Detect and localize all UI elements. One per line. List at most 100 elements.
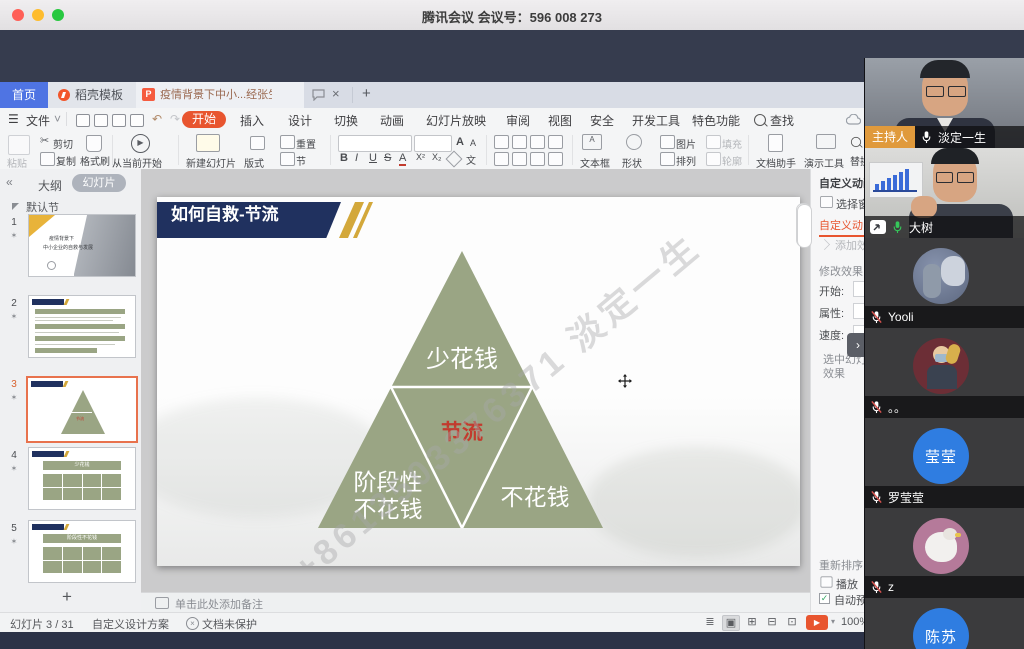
menu-tab-home[interactable]: 开始 xyxy=(182,111,226,128)
new-slide-icon[interactable] xyxy=(196,134,220,152)
comment-icon[interactable] xyxy=(312,89,325,101)
reset-icon[interactable] xyxy=(280,135,295,149)
align-center-icon[interactable] xyxy=(512,152,527,166)
play-dropdown-icon[interactable]: ▾ xyxy=(831,617,835,626)
slide-thumbnail-3-selected[interactable]: 节流 xyxy=(26,376,138,443)
cut-icon[interactable]: ✂ xyxy=(40,134,49,147)
paste-button[interactable]: 粘贴 xyxy=(7,155,27,170)
cloud-icon[interactable] xyxy=(846,114,861,125)
mic-muted-icon[interactable] xyxy=(870,310,883,324)
font-name-select[interactable] xyxy=(338,135,412,152)
arrange-button[interactable]: 排列 xyxy=(676,153,696,168)
mic-muted-icon[interactable] xyxy=(870,580,883,594)
copy-icon[interactable] xyxy=(40,152,55,166)
mic-active-icon[interactable] xyxy=(891,220,904,234)
outline-button[interactable]: 轮廓 xyxy=(722,153,742,168)
font-size-select[interactable] xyxy=(414,135,452,152)
menu-search[interactable]: 查找 xyxy=(770,112,794,129)
copy-button[interactable]: 复制 xyxy=(56,153,76,168)
superscript-button[interactable]: X² xyxy=(416,152,425,162)
font-color-button[interactable]: A xyxy=(399,152,406,166)
menu-tab-security[interactable]: 安全 xyxy=(590,112,614,129)
play-from-current-icon[interactable]: ▶ xyxy=(131,134,150,153)
play-animation-button[interactable]: 播放 xyxy=(836,576,858,592)
slide-thumbnail-1[interactable]: 疫情背景下 中小企业的自救与发展 xyxy=(28,214,136,277)
participant-tile[interactable]: 莹莹 罗莹莹 xyxy=(865,418,1024,509)
add-slide-icon[interactable]: + xyxy=(62,587,72,607)
print-preview-icon[interactable] xyxy=(130,114,144,127)
menu-tab-review[interactable]: 审阅 xyxy=(506,112,530,129)
underline-button[interactable]: U xyxy=(369,152,377,164)
slide-sorter-icon[interactable]: ⊞ xyxy=(744,615,760,629)
bullets-icon[interactable] xyxy=(494,135,509,149)
slide[interactable]: 如何自救-节流 少花钱 节流 阶段性 不花钱 不花钱 +861350337637… xyxy=(157,197,800,566)
doc-assistant-button[interactable]: 文档助手 xyxy=(756,155,796,170)
collapse-panel-icon[interactable]: « xyxy=(6,175,13,189)
play-from-current-button[interactable]: 从当前开始 xyxy=(112,155,162,170)
tab-document[interactable]: P 疫情背景下中小...经张生军(1) xyxy=(136,82,304,108)
outline-tab[interactable]: 大纲 xyxy=(38,177,62,194)
picture-button[interactable]: 图片 xyxy=(676,136,696,151)
shrink-font-button[interactable]: A xyxy=(470,138,476,148)
new-tab-icon[interactable]: + xyxy=(362,85,371,102)
fill-icon[interactable] xyxy=(706,135,721,149)
menu-tab-design[interactable]: 设计 xyxy=(288,112,312,129)
shapes-icon[interactable] xyxy=(626,134,642,150)
menu-tab-insert[interactable]: 插入 xyxy=(240,112,264,129)
participant-tile[interactable]: Yooli xyxy=(865,238,1024,329)
present-tools-icon[interactable] xyxy=(816,134,836,149)
section-button[interactable]: 节 xyxy=(296,153,306,168)
mic-muted-icon[interactable] xyxy=(870,490,883,504)
participant-tile[interactable]: 陈苏 xyxy=(865,598,1024,649)
grow-font-button[interactable]: A xyxy=(456,136,464,148)
editor-canvas[interactable]: 如何自救-节流 少花钱 节流 阶段性 不花钱 不花钱 +861350337637… xyxy=(141,169,810,592)
menu-tab-devtools[interactable]: 开发工具 xyxy=(632,112,680,129)
char-spacing-button[interactable]: 文 xyxy=(466,152,476,167)
close-tab-icon[interactable]: × xyxy=(332,86,340,101)
search-icon[interactable] xyxy=(754,114,766,126)
new-slide-button[interactable]: 新建幻灯片 xyxy=(186,155,236,170)
arrange-icon[interactable] xyxy=(660,152,675,166)
undo-icon[interactable]: ↶ xyxy=(152,112,162,126)
decrease-indent-icon[interactable] xyxy=(530,135,545,149)
clear-format-icon[interactable] xyxy=(446,151,463,168)
format-painter-button[interactable]: 格式刷 xyxy=(80,153,110,168)
fill-button[interactable]: 填充 xyxy=(722,136,742,151)
section-collapse-icon[interactable] xyxy=(12,203,19,210)
justify-icon[interactable] xyxy=(548,152,563,166)
design-scheme[interactable]: 自定义设计方案 xyxy=(92,616,169,632)
notes-bar[interactable]: 单击此处添加备注 xyxy=(141,592,810,613)
participant-tile[interactable]: 。。 xyxy=(865,328,1024,419)
output-icon[interactable] xyxy=(94,114,108,127)
auto-preview-checkbox[interactable]: ✓ xyxy=(819,593,830,604)
slide-thumbnail-4[interactable]: 少花钱 xyxy=(28,447,136,510)
normal-view-icon[interactable]: ▣ xyxy=(722,615,740,631)
menu-tab-animation[interactable]: 动画 xyxy=(380,112,404,129)
participant-tile[interactable]: 大树 xyxy=(865,148,1024,239)
participant-tile[interactable]: z xyxy=(865,508,1024,599)
menu-tab-slideshow[interactable]: 幻灯片放映 xyxy=(426,112,486,129)
menu-tab-view[interactable]: 视图 xyxy=(548,112,572,129)
section-icon[interactable] xyxy=(280,152,295,166)
menu-file[interactable]: 文件 xyxy=(26,112,50,129)
shapes-button[interactable]: 形状 xyxy=(622,155,642,170)
redo-icon[interactable]: ↷ xyxy=(170,112,180,126)
pane-collapse-handle[interactable] xyxy=(797,204,812,248)
slideshow-play-button[interactable]: ▶ xyxy=(806,615,828,630)
reading-view-icon[interactable]: ⊟ xyxy=(764,615,780,629)
layout-icon[interactable] xyxy=(250,136,265,150)
menu-tab-features[interactable]: 特色功能 xyxy=(692,112,740,129)
subscript-button[interactable]: X₂ xyxy=(432,152,442,162)
present-tools-button[interactable]: 演示工具 xyxy=(804,155,844,170)
slides-tab[interactable]: 幻灯片 xyxy=(72,174,126,192)
increase-indent-icon[interactable] xyxy=(548,135,563,149)
align-left-icon[interactable] xyxy=(494,152,509,166)
tab-template[interactable]: 稻壳模板 xyxy=(48,82,137,108)
notes-toggle-icon[interactable]: ≣ xyxy=(702,615,718,629)
picture-icon[interactable] xyxy=(660,135,675,149)
format-painter-icon[interactable] xyxy=(86,135,102,152)
slide-thumbnail-2[interactable] xyxy=(28,295,136,358)
mic-muted-icon[interactable] xyxy=(870,400,883,414)
tab-home[interactable]: 首页 xyxy=(0,82,48,108)
reset-button[interactable]: 重置 xyxy=(296,136,316,151)
